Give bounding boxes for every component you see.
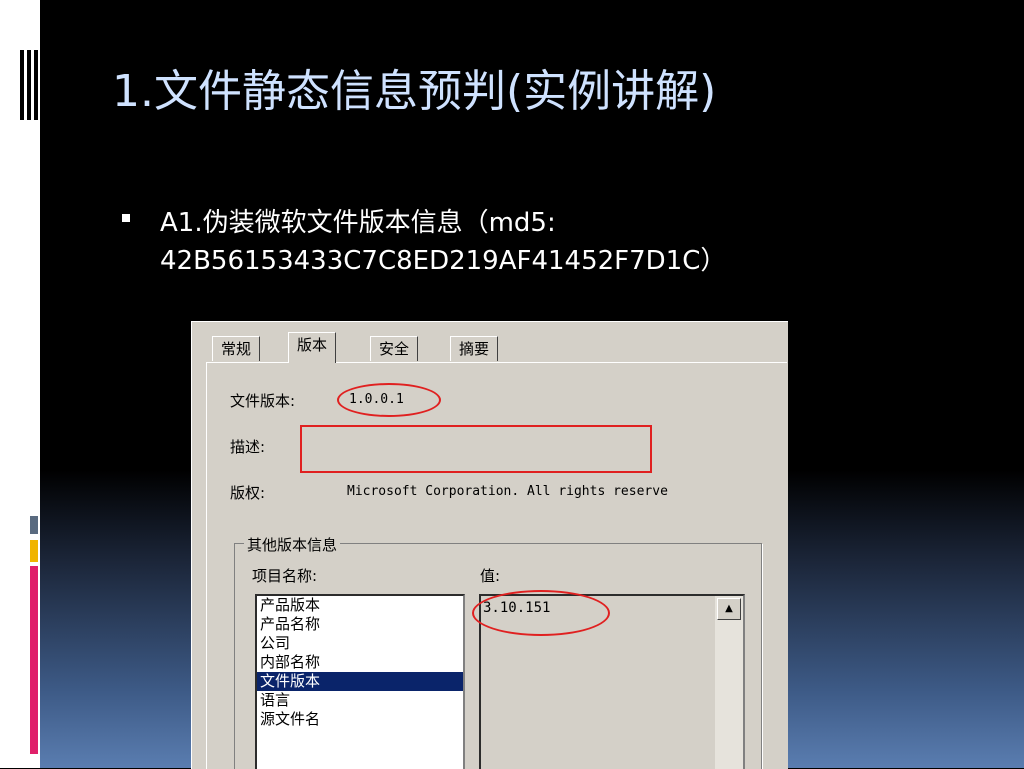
item-name-label: 项目名称: bbox=[252, 567, 318, 585]
selected-value-highlight bbox=[472, 590, 610, 636]
tab-summary[interactable]: 摘要 bbox=[450, 336, 499, 361]
list-item[interactable]: 产品版本 bbox=[257, 596, 463, 615]
value-scrollbar[interactable]: ▲ bbox=[715, 596, 743, 769]
group-title: 其他版本信息 bbox=[244, 534, 341, 555]
scroll-up-icon[interactable]: ▲ bbox=[717, 598, 741, 620]
list-item[interactable]: 公司 bbox=[257, 634, 463, 653]
sidebar-mark-pink bbox=[30, 566, 38, 754]
description-highlight-box bbox=[300, 425, 652, 473]
sidebar-mark-gray bbox=[30, 516, 38, 534]
bullet-marker bbox=[122, 214, 130, 222]
file-properties-dialog: 常规 版本 安全 摘要 文件版本: 1.0.0.1 描述: 版权: Micros… bbox=[191, 321, 788, 769]
sidebar-top-marks bbox=[20, 50, 40, 120]
item-name-list[interactable]: 产品版本 产品名称 公司 内部名称 文件版本 语言 源文件名 bbox=[255, 594, 465, 769]
list-item[interactable]: 源文件名 bbox=[257, 710, 463, 729]
slide-sidebar bbox=[0, 0, 40, 768]
tab-general[interactable]: 常规 bbox=[212, 336, 261, 361]
description-label: 描述: bbox=[230, 438, 266, 456]
file-version-label: 文件版本: bbox=[230, 392, 296, 410]
list-item[interactable]: 产品名称 bbox=[257, 615, 463, 634]
tab-security[interactable]: 安全 bbox=[370, 336, 419, 361]
slide-title: 1.文件静态信息预判(实例讲解) bbox=[112, 66, 717, 117]
copyright-label: 版权: bbox=[230, 484, 266, 502]
list-item[interactable]: 内部名称 bbox=[257, 653, 463, 672]
copyright-value: Microsoft Corporation. All rights reserv… bbox=[347, 484, 668, 499]
bullet-text: A1.伪装微软文件版本信息（md5: 42B56153433C7C8ED219A… bbox=[160, 208, 727, 276]
list-item[interactable]: 语言 bbox=[257, 691, 463, 710]
tab-version[interactable]: 版本 bbox=[288, 332, 337, 363]
list-item-selected[interactable]: 文件版本 bbox=[257, 672, 463, 691]
file-version-highlight bbox=[337, 383, 441, 417]
value-label: 值: bbox=[480, 567, 501, 585]
sidebar-mark-yellow bbox=[30, 540, 38, 562]
